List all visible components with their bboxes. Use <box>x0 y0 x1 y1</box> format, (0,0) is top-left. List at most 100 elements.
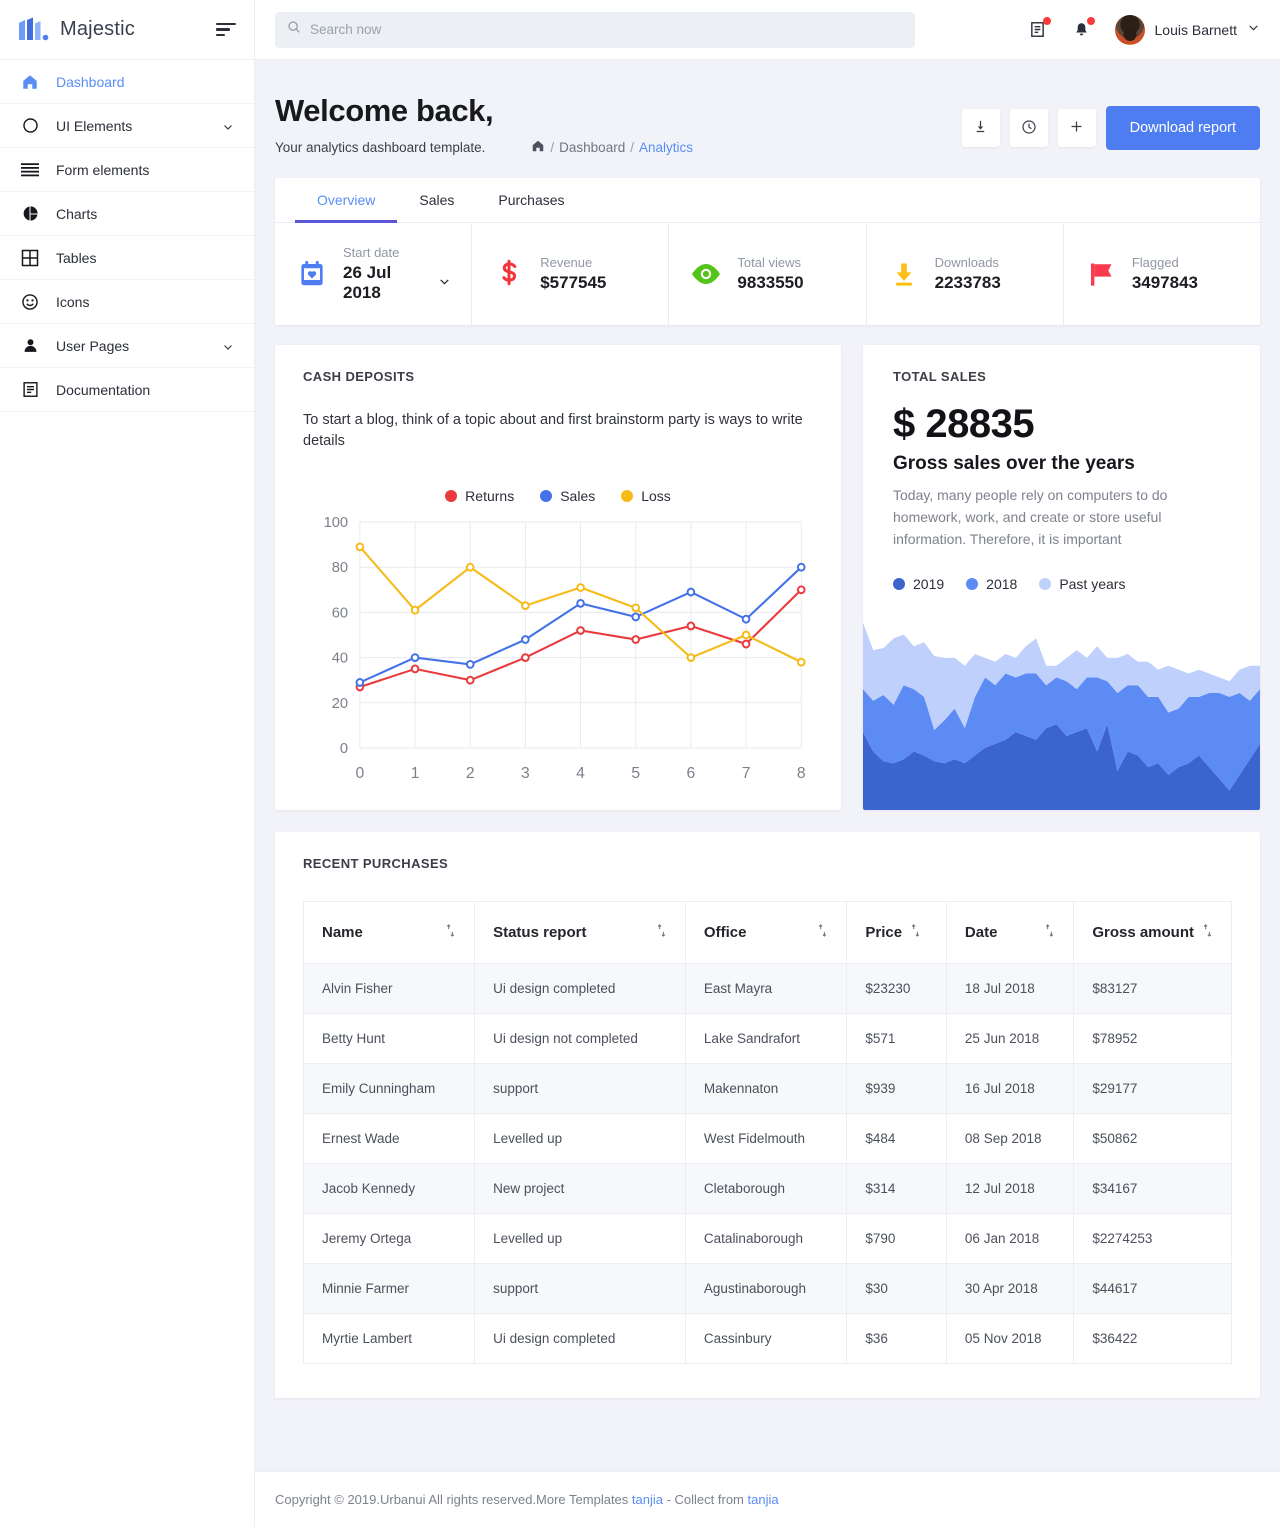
sidebar-item-charts[interactable]: Charts <box>0 192 254 236</box>
table-row[interactable]: Myrtie Lambert Ui design completed Cassinb… <box>302 1313 1232 1365</box>
cell-status: Ui design completed <box>474 963 686 1015</box>
bell-badge <box>1086 16 1095 25</box>
sidebar-label: Charts <box>56 205 98 222</box>
tab-purchases[interactable]: Purchases <box>476 178 586 223</box>
cell-price: $23230 <box>846 963 947 1015</box>
column-label: Gross amount <box>1092 924 1194 942</box>
page-header: Welcome back, Your analytics dashboard t… <box>275 80 1260 178</box>
stat-value: $577545 <box>540 273 607 293</box>
column-header-status-report[interactable]: Status report <box>474 901 686 965</box>
svg-text:40: 40 <box>332 651 348 667</box>
brand-header: Majestic <box>0 0 254 60</box>
page-content: Welcome back, Your analytics dashboard t… <box>255 60 1280 1471</box>
stat-text: Downloads 2233783 <box>935 255 1001 293</box>
cell-status: Levelled up <box>474 1213 686 1265</box>
download-button[interactable] <box>961 109 1000 147</box>
cell-gross: $78952 <box>1073 1013 1232 1065</box>
sidebar-item-form-elements[interactable]: Form elements <box>0 148 254 192</box>
page-subheader: Your analytics dashboard template. / Das… <box>275 139 693 156</box>
svg-text:3: 3 <box>521 765 530 782</box>
legend-item-sales[interactable]: Sales <box>540 488 595 504</box>
legend-item-loss[interactable]: Loss <box>621 488 671 504</box>
cell-status: support <box>474 1063 686 1115</box>
legend-item-past-years[interactable]: Past years <box>1039 576 1125 592</box>
sort-icon <box>1044 924 1055 941</box>
table-header-row: Name Status report Office Price Date Gro… <box>302 901 1232 965</box>
tab-sales[interactable]: Sales <box>397 178 476 223</box>
stat-value: 2233783 <box>934 273 1001 293</box>
cell-gross: $29177 <box>1073 1063 1232 1115</box>
sidebar-item-ui-elements[interactable]: UI Elements <box>0 104 254 148</box>
sidebar-label: Documentation <box>56 381 151 398</box>
table-row[interactable]: Jeremy Ortega Levelled up Catalinaborough $… <box>302 1213 1232 1265</box>
table-row[interactable]: Jacob Kennedy New project Cletaborough $314… <box>302 1163 1232 1215</box>
dollar-icon <box>492 257 526 291</box>
stat-label: Downloads <box>934 255 999 271</box>
legend-swatch <box>540 490 553 503</box>
svg-text:1: 1 <box>411 765 420 782</box>
column-header-name[interactable]: Name <box>302 901 476 965</box>
cell-office: Catalinaborough <box>684 1213 848 1265</box>
footer-link-tanjia-1[interactable]: tanjia <box>632 1492 663 1507</box>
legend-item-2019[interactable]: 2019 <box>893 576 944 592</box>
cell-date: 30 Apr 2018 <box>945 1263 1075 1315</box>
recent-purchases-card: RECENT PURCHASES Name Status report Offi… <box>275 832 1260 1399</box>
table-row[interactable]: Ernest Wade Levelled up West Fidelmouth $48… <box>302 1113 1232 1165</box>
main-area: Louis Barnett Welcome back, Your analyti… <box>255 0 1280 1527</box>
table-body: Alvin Fisher Ui design completed East Mayr… <box>302 963 1232 1365</box>
footer-link-tanjia-2[interactable]: tanjia <box>748 1492 779 1507</box>
bell-icon[interactable] <box>1071 16 1095 42</box>
svg-text:6: 6 <box>687 765 696 782</box>
legend-swatch <box>621 490 634 503</box>
column-header-price[interactable]: Price <box>846 901 947 965</box>
table-row[interactable]: Betty Hunt Ui design not completed Lake Sa… <box>302 1013 1232 1065</box>
legend-item-2018[interactable]: 2018 <box>966 576 1017 592</box>
smiley-face-icon <box>20 292 40 312</box>
stat-value: 26 Jul 2018 <box>343 263 392 303</box>
table-row[interactable]: Minnie Farmer support Agustinaborough $30 30… <box>302 1263 1232 1315</box>
topbar: Louis Barnett <box>255 0 1280 60</box>
total-sales-headline: Gross sales over the years <box>893 453 1135 475</box>
svg-text:20: 20 <box>332 696 348 712</box>
sidebar-item-dashboard[interactable]: Dashboard <box>0 60 254 104</box>
sidebar-label: User Pages <box>56 337 130 354</box>
cell-gross: $44617 <box>1073 1263 1232 1315</box>
legend-item-returns[interactable]: Returns <box>445 488 514 504</box>
message-icon[interactable] <box>1027 16 1051 42</box>
home-icon[interactable] <box>531 139 545 156</box>
majestic-logo-icon <box>16 16 50 44</box>
sidebar-item-user-pages[interactable]: User Pages <box>0 324 254 368</box>
search-box[interactable] <box>275 11 915 48</box>
table-row[interactable]: Emily Cunningham support Makennaton $939 16 … <box>302 1063 1232 1115</box>
sidebar-item-documentation[interactable]: Documentation <box>0 368 254 412</box>
download-report-button[interactable]: Download report <box>1105 106 1260 150</box>
breadcrumb-item-dashboard[interactable]: Dashboard <box>559 140 625 155</box>
add-button[interactable] <box>1057 109 1096 147</box>
search-input[interactable] <box>310 22 903 37</box>
sidebar-nav: Dashboard UI Elements Form elements Char… <box>0 60 254 412</box>
svg-text:5: 5 <box>631 765 640 782</box>
tab-overview[interactable]: Overview <box>295 178 398 224</box>
hamburger-icon[interactable] <box>216 22 238 37</box>
message-badge <box>1042 16 1051 25</box>
user-menu[interactable]: Louis Barnett <box>1114 14 1261 45</box>
cell-status: Ui design not completed <box>474 1013 686 1065</box>
flag-icon <box>1084 257 1118 291</box>
history-button[interactable] <box>1009 109 1048 147</box>
breadcrumb-item-analytics[interactable]: Analytics <box>639 140 693 155</box>
sidebar-item-icons[interactable]: Icons <box>0 280 254 324</box>
total-sales-text: TOTAL SALES $ 28835 Gross sales over the… <box>863 369 1260 610</box>
column-header-office[interactable]: Office <box>684 901 848 965</box>
column-header-date[interactable]: Date <box>945 901 1075 965</box>
cell-gross: $2274253 <box>1073 1213 1232 1265</box>
chevron-down-icon[interactable] <box>438 273 451 293</box>
cell-gross: $50862 <box>1073 1113 1232 1165</box>
page-actions: Download report <box>961 92 1260 150</box>
table-row[interactable]: Alvin Fisher Ui design completed East Mayr… <box>302 963 1232 1015</box>
sidebar-item-tables[interactable]: Tables <box>0 236 254 280</box>
download-arrow-icon <box>887 257 921 291</box>
column-header-gross-amount[interactable]: Gross amount <box>1073 901 1232 965</box>
stat-start-date[interactable]: Start date 26 Jul 2018 <box>275 223 473 326</box>
tab-bar: Overview Sales Purchases <box>275 178 1260 224</box>
stat-text: Total views 9833550 <box>737 255 803 293</box>
